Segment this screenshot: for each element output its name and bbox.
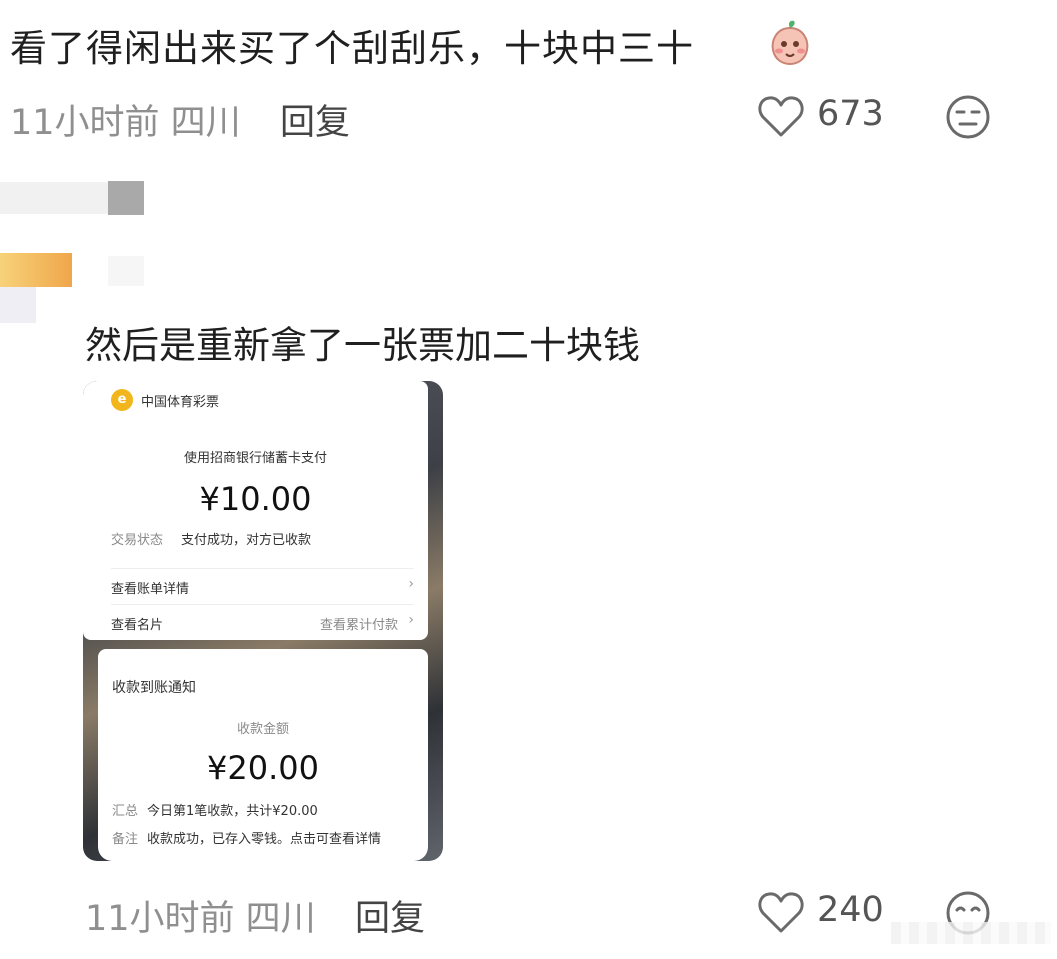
receipt-card: 收款到账通知 收款金额 ¥20.00 汇总 今日第1笔收款，共计¥20.00 备… xyxy=(98,649,428,861)
view-card-link[interactable]: 查看名片 xyxy=(111,614,163,633)
reply-comment-meta: 11小时前 四川 xyxy=(85,899,316,939)
payment-amount: ¥10.00 xyxy=(199,480,312,518)
like-count: 240 xyxy=(817,890,884,930)
blurred-username-block xyxy=(108,181,144,215)
summary-value: 今日第1笔收款，共计¥20.00 xyxy=(147,804,318,819)
lottery-logo-icon: e xyxy=(111,389,133,411)
receipt-amount: ¥20.00 xyxy=(207,749,319,787)
merchant-name: 中国体育彩票 xyxy=(141,395,220,410)
avatar-shadow xyxy=(0,287,36,323)
note-value: 收款成功，已存入零钱。点击可查看详情 xyxy=(147,832,382,847)
dislike-face-icon[interactable] xyxy=(945,94,991,140)
comment-meta: 11小时前 四川 xyxy=(10,103,241,143)
view-total-link[interactable]: 查看累计付款 xyxy=(320,614,398,633)
avatar[interactable] xyxy=(0,253,72,287)
status-value: 支付成功，对方已收款 xyxy=(181,533,312,548)
chevron-right-icon: › xyxy=(408,612,414,628)
like-count: 673 xyxy=(817,94,884,134)
heart-icon[interactable] xyxy=(757,891,805,935)
divider xyxy=(111,568,414,569)
comment-main-text: 看了得闲出来买了个刮刮乐，十块中三十 xyxy=(10,27,694,70)
peach-face-emoji-icon xyxy=(771,20,809,66)
note-label: 备注 xyxy=(112,832,139,847)
comment-image[interactable]: e 中国体育彩票 使用招商银行储蓄卡支付 ¥10.00 交易状态 支付成功，对方… xyxy=(83,381,443,861)
reply-button[interactable]: 回复 xyxy=(355,890,425,941)
reply-button[interactable]: 回复 xyxy=(280,94,350,145)
heart-icon[interactable] xyxy=(757,95,805,139)
pay-method: 使用招商银行储蓄卡支付 xyxy=(183,451,327,466)
payment-card: e 中国体育彩票 使用招商银行储蓄卡支付 ¥10.00 交易状态 支付成功，对方… xyxy=(83,381,428,640)
chevron-right-icon: › xyxy=(408,576,414,592)
blurred-username xyxy=(0,182,108,214)
divider xyxy=(111,604,414,605)
bill-detail-link[interactable]: 查看账单详情 xyxy=(111,578,189,597)
receipt-title: 收款到账通知 xyxy=(112,680,196,696)
watermark xyxy=(891,922,1051,944)
reply-comment-text: 然后是重新拿了一张票加二十块钱 xyxy=(85,324,640,367)
summary-label: 汇总 xyxy=(112,804,139,819)
comment-text: 看了得闲出来买了个刮刮乐，十块中三十 xyxy=(10,18,694,72)
amount-label: 收款金额 xyxy=(236,722,289,737)
status-label: 交易状态 xyxy=(111,533,164,548)
blurred-name xyxy=(108,256,144,286)
